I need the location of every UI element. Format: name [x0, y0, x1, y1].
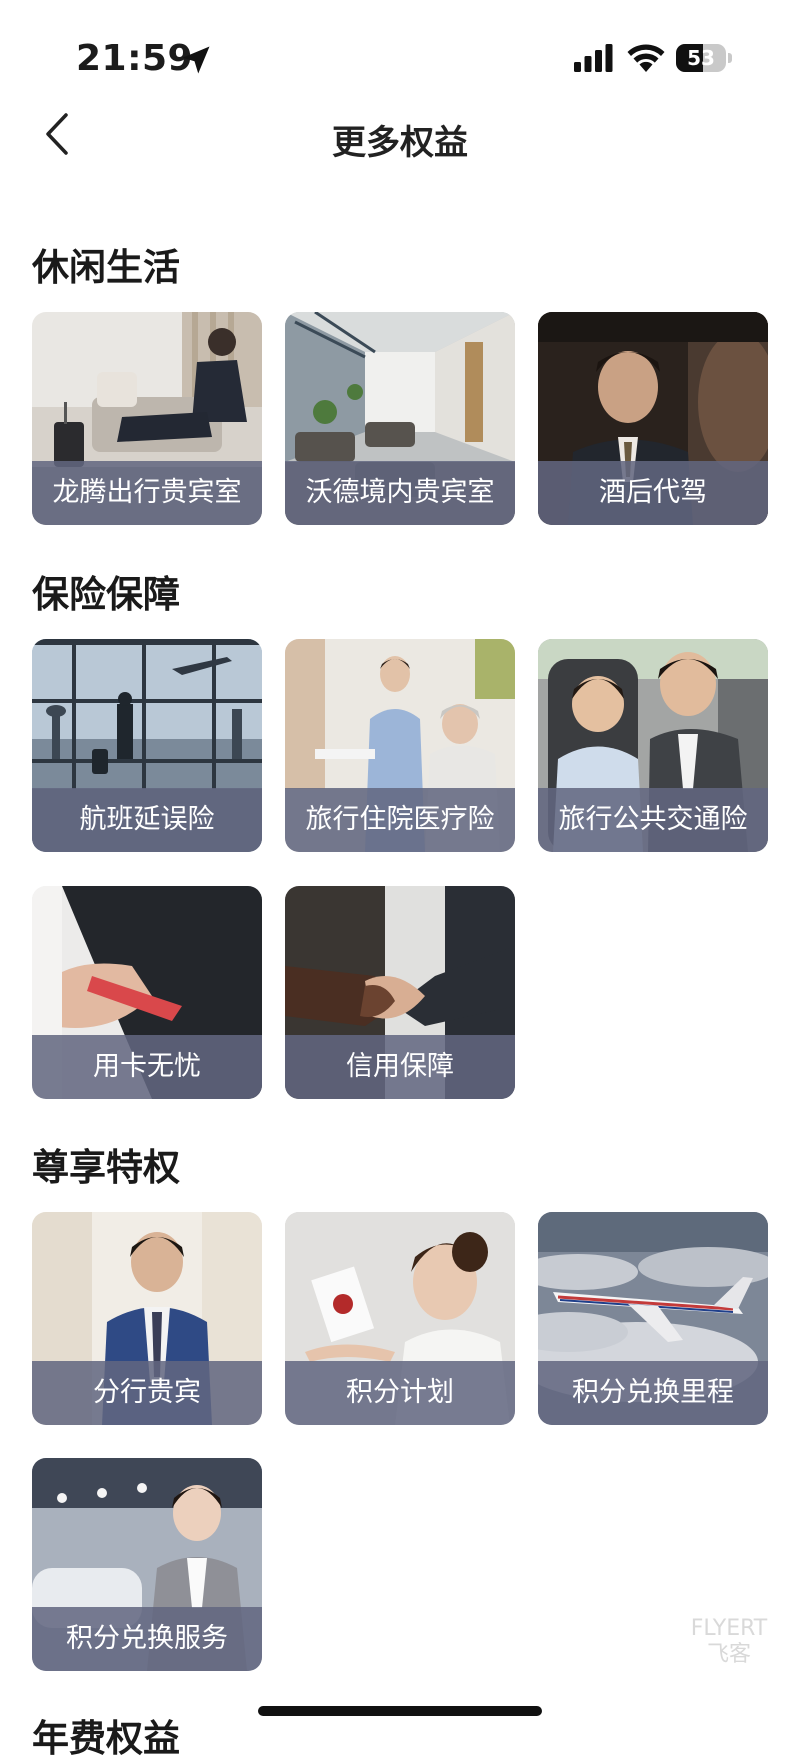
benefit-card-designated-driver[interactable]: 酒后代驾: [538, 312, 768, 525]
benefit-card-lounge-dragonpass[interactable]: 龙腾出行贵宾室: [32, 312, 262, 525]
nav-header: 更多权益: [0, 95, 800, 175]
benefit-card-label: 积分兑换里程: [572, 1377, 734, 1408]
page-title: 更多权益: [332, 123, 468, 163]
battery-percentage: 53: [687, 46, 715, 70]
section-title-insurance: 保险保障: [32, 573, 180, 616]
benefit-card-points-service[interactable]: 积分兑换服务: [32, 1458, 262, 1671]
benefit-card-label: 航班延误险: [79, 804, 215, 835]
benefit-card-label: 旅行公共交通险: [558, 804, 748, 835]
benefit-card-label: 酒后代驾: [599, 477, 707, 508]
benefit-card-label: 积分兑换服务: [66, 1623, 228, 1654]
benefit-card-label: 分行贵宾: [93, 1377, 201, 1408]
section-title-privileges: 尊享特权: [32, 1146, 180, 1189]
benefit-card-card-worry-free[interactable]: 用卡无忧: [32, 886, 262, 1099]
benefit-card-public-transport[interactable]: 旅行公共交通险: [538, 639, 768, 852]
benefit-card-label: 旅行住院医疗险: [305, 804, 495, 835]
benefit-card-credit-protection[interactable]: 信用保障: [285, 886, 515, 1099]
benefit-card-label: 用卡无忧: [93, 1051, 201, 1082]
benefit-card-points-program[interactable]: 积分计划: [285, 1212, 515, 1425]
home-indicator[interactable]: [258, 1706, 542, 1716]
benefit-card-lounge-domestic[interactable]: 沃德境内贵宾室: [285, 312, 515, 525]
benefit-card-flight-delay[interactable]: 航班延误险: [32, 639, 262, 852]
benefit-card-label: 积分计划: [346, 1377, 454, 1408]
status-time: 21:59: [76, 38, 194, 79]
section-title-annual-fee: 年费权益: [32, 1717, 180, 1760]
wifi-icon: [627, 44, 665, 72]
battery-icon: 53: [676, 44, 734, 72]
section-title-leisure: 休闲生活: [32, 246, 180, 289]
cellular-signal-icon: [574, 44, 613, 72]
benefit-card-label: 信用保障: [346, 1051, 454, 1082]
watermark: FLYERT 飞客: [690, 1616, 768, 1667]
benefit-card-hospital-medical[interactable]: 旅行住院医疗险: [285, 639, 515, 852]
location-arrow-icon: [182, 46, 210, 74]
benefit-card-points-to-miles[interactable]: 积分兑换里程: [538, 1212, 768, 1425]
benefit-card-branch-vip[interactable]: 分行贵宾: [32, 1212, 262, 1425]
benefit-card-label: 沃德境内贵宾室: [305, 477, 495, 508]
benefit-card-label: 龙腾出行贵宾室: [52, 477, 242, 508]
